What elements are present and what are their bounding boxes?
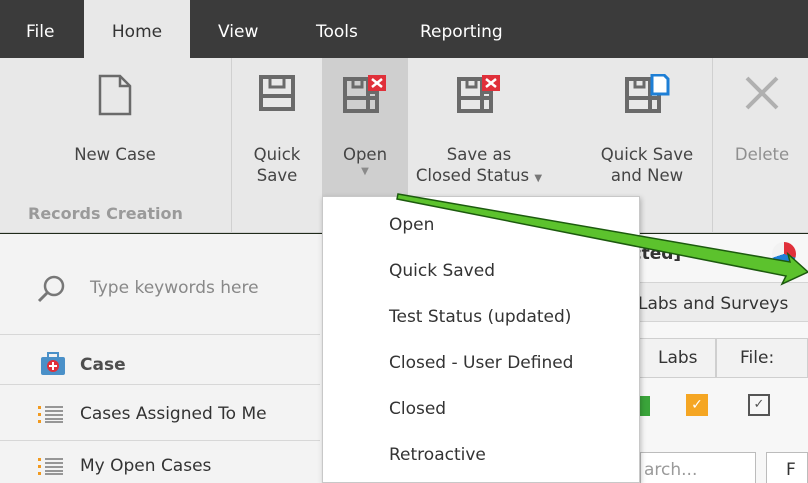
chevron-down-icon: ▼ xyxy=(534,173,543,184)
sidebar-item-label: Cases Assigned To Me xyxy=(80,404,267,424)
medical-kit-icon xyxy=(41,352,65,375)
sidebar: Type keywords here Case Cases Assigned T… xyxy=(0,234,320,483)
dropdown-item-open[interactable]: Open xyxy=(389,215,434,235)
case-section-header[interactable]: Case xyxy=(40,352,126,381)
new-case-label: New Case xyxy=(74,145,156,164)
status-dropdown-menu: Open Quick Saved Test Status (updated) C… xyxy=(322,196,640,483)
new-document-icon xyxy=(98,74,132,121)
search-placeholder: Type keywords here xyxy=(90,278,259,298)
checkbox[interactable]: ✓ xyxy=(748,394,770,416)
quick-save-label-1: Quick xyxy=(253,145,301,164)
dropdown-item-closed[interactable]: Closed xyxy=(389,399,446,419)
sidebar-item-my-open-cases[interactable]: My Open Cases xyxy=(38,456,211,481)
checkbox-orange[interactable]: ✓ xyxy=(686,394,708,416)
search-icon xyxy=(37,275,65,303)
save-icon xyxy=(258,74,296,117)
open-status-button[interactable]: Open ▼ xyxy=(322,58,408,200)
case-section-label: Case xyxy=(80,355,126,375)
filter-label: F xyxy=(786,460,796,480)
tab-labs-label: Labs xyxy=(658,348,698,368)
dropdown-item-retroactive[interactable]: Retroactive xyxy=(389,445,486,465)
list-icon xyxy=(38,458,63,475)
menu-tab-bar: File Home View Tools Reporting xyxy=(0,0,808,58)
ribbon-separator xyxy=(231,58,232,233)
sidebar-item-cases-assigned[interactable]: Cases Assigned To Me xyxy=(38,404,267,429)
save-closed-icon xyxy=(456,74,502,119)
tab-file[interactable]: File xyxy=(26,0,54,58)
quick-save-new-label-2: and New xyxy=(610,166,684,185)
chevron-down-icon: ▼ xyxy=(361,166,369,177)
dropdown-item-quick-saved[interactable]: Quick Saved xyxy=(389,261,495,281)
status-pie-icon xyxy=(772,242,796,266)
tab-view[interactable]: View xyxy=(218,0,258,58)
delete-label: Delete xyxy=(734,145,790,164)
tab-home[interactable]: Home xyxy=(84,0,190,58)
dropdown-item-test-status[interactable]: Test Status (updated) xyxy=(389,307,571,327)
search-box[interactable]: Type keywords here xyxy=(36,274,259,309)
open-label: Open xyxy=(342,145,388,164)
quick-save-new-label-1: Quick Save xyxy=(600,145,694,164)
save-closed-icon xyxy=(342,74,388,119)
save-closed-label-1: Save as xyxy=(446,145,512,164)
list-icon xyxy=(38,406,63,423)
dropdown-item-closed-user-defined[interactable]: Closed - User Defined xyxy=(389,353,573,373)
divider xyxy=(0,384,320,385)
quick-save-button[interactable]: Quick Save xyxy=(236,58,318,204)
save-closed-label-2: Closed Status xyxy=(415,166,530,185)
delete-x-icon xyxy=(743,74,781,117)
tab-tools[interactable]: Tools xyxy=(316,0,358,58)
divider xyxy=(0,440,320,441)
sidebar-item-label: My Open Cases xyxy=(80,456,212,476)
save-new-icon xyxy=(624,73,670,119)
quick-save-label-2: Save xyxy=(256,166,298,185)
quick-save-and-new-button[interactable]: Quick Save and New xyxy=(588,58,706,204)
divider xyxy=(0,334,320,335)
records-creation-group-label: Records Creation xyxy=(28,204,183,223)
labs-surveys-label: Labs and Surveys xyxy=(638,294,789,314)
tab-reporting[interactable]: Reporting xyxy=(420,0,503,58)
new-case-button[interactable]: New Case xyxy=(0,58,230,204)
delete-button[interactable]: Delete xyxy=(716,58,808,204)
ribbon-separator xyxy=(712,58,713,233)
status-marker xyxy=(640,396,650,416)
tab-files-label: File: xyxy=(740,348,775,368)
filter-search-placeholder: arch... xyxy=(644,460,698,480)
save-as-closed-status-button[interactable]: Save as Closed Status ▼ xyxy=(412,58,546,204)
